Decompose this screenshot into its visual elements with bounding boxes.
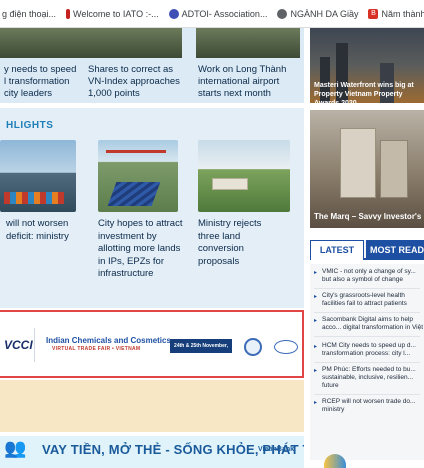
bullet-icon: ▸ [314,368,318,374]
bookmark-1-label: g điện thoại... [2,8,57,19]
article-thumb-2[interactable] [86,28,182,58]
bullet-icon: ▸ [314,270,318,276]
highlight-image-solar[interactable] [98,140,178,212]
news-title: HCM City needs to speed up d... transfor… [322,342,416,357]
vietinbank-banner[interactable]: 👥 VAY TIỀN, MỞ THẺ - SỐNG KHỎE, PHÁT TÀI… [0,436,304,468]
article-title-2[interactable]: Shares to correct as VN-Index approaches… [88,64,184,100]
highlight-title-1[interactable]: will not worsen deficit: ministry [6,218,76,243]
sidebar: Masteri Waterfront wins big at Property … [310,28,424,468]
bullet-icon: ▸ [314,294,318,300]
latest-news-list: ▸ VMIC - not only a change of sy... but … [310,264,424,460]
news-title: RCEP will not worsen trade do... ministr… [322,398,416,413]
adtoi-favicon-icon [168,8,179,19]
building-shape [380,140,408,198]
list-item[interactable]: ▸ RCEP will not worsen trade do... minis… [314,398,424,414]
shed-shape [212,178,248,190]
bookmark-4-label: NGÀNH DA Giầy [290,8,359,19]
list-item[interactable]: ▸ Sacombank Digital aims to help acco...… [314,316,424,332]
tab-latest[interactable]: LATEST [310,240,364,260]
emblem-icon [244,338,262,356]
building-shape [340,128,376,198]
tab-most-read[interactable]: MOST READ [366,240,424,260]
feature-caption-1[interactable]: Masteri Waterfront wins big at Property … [314,81,424,108]
containers-shape [4,192,64,204]
ad-subtitle: VIRTUAL TRADE FAIR • VIETNAM [52,346,141,352]
highlight-image-field[interactable] [198,140,290,212]
list-item[interactable]: ▸ PM Phúc: Efforts needed to bu... susta… [314,366,424,390]
news-title: VMIC - not only a change of sy... but al… [322,268,416,283]
feature-caption-2[interactable]: The Marq – Savvy Investor's [314,212,421,221]
bookmark-3-label: ADTOI- Association... [181,8,268,19]
trade-fair-ad[interactable]: VCCI Indian Chemicals and Cosmetics VIRT… [0,310,304,378]
crane-shape [106,150,166,164]
bullet-icon: ▸ [314,400,318,406]
news-title: PM Phúc: Efforts needed to bu... sustain… [322,366,416,389]
feature-image-marq[interactable] [310,110,424,228]
news-title: City's grassroots-level health facilitie… [322,292,407,307]
list-item[interactable]: ▸ HCM City needs to speed up d... transf… [314,342,424,358]
chemexcil-logo-icon [274,340,298,354]
news-tabs: LATEST MOST READ [310,240,424,260]
globe-favicon-icon [277,8,288,19]
article-title-3[interactable]: Work on Long Thành international airport… [198,64,298,100]
list-item[interactable]: ▸ City's grassroots-level health facilit… [314,292,424,308]
solar-panel-shape [107,182,161,206]
divider [314,336,420,337]
bullet-icon: ▸ [314,344,318,350]
bookmark-2[interactable]: Welcome to IATO :-... [66,8,159,19]
highlight-image-port[interactable] [0,140,76,212]
divider [314,394,420,395]
bookmark-5[interactable]: B Năm thành công củ... [368,8,424,19]
people-icon: 👥 [4,438,27,458]
ad-date-badge: 24th & 25th November, 2020 [170,339,232,363]
divider [314,362,420,363]
bullet-icon: ▸ [314,318,318,324]
bookmarks-bar: g điện thoại... Welcome to IATO :-... AD… [0,0,424,28]
highlight-title-3[interactable]: Ministry rejects three land conversion p… [198,218,284,268]
article-title-1[interactable]: y needs to speed l transformation city l… [4,64,84,100]
divider [314,288,420,289]
article-thumb-3[interactable] [196,28,300,58]
highlights-section: HLIGHTS will not worsen deficit: ministr… [0,108,304,308]
bookmark-1[interactable]: g điện thoại... [2,9,56,19]
top-articles-strip: y needs to speed l transformation city l… [0,28,304,103]
vcci-logo: VCCI [4,338,33,352]
highlight-title-2[interactable]: City hopes to attract investment by allo… [98,218,184,281]
divider [314,312,420,313]
highlights-heading: HLIGHTS [6,120,54,131]
news-title: Sacombank Digital aims to help acco... d… [322,316,424,331]
ad-divider [34,328,35,362]
web-page: y needs to speed l transformation city l… [0,28,424,468]
iato-favicon-icon [66,8,71,19]
news-favicon-icon: B [368,8,379,19]
ad-title: Indian Chemicals and Cosmetics [46,336,171,345]
ad-placeholder-area [0,380,304,432]
list-item[interactable]: ▸ VMIC - not only a change of sy... but … [314,268,424,284]
bookmark-5-label: Năm thành công củ... [381,8,424,19]
bookmark-3[interactable]: ADTOI- Association... [168,8,268,19]
main-content: y needs to speed l transformation city l… [0,28,304,468]
article-thumb-1[interactable] [0,28,92,58]
bookmark-2-label: Welcome to IATO :-... [73,8,159,19]
bookmark-4[interactable]: NGÀNH DA Giầy [277,8,359,19]
vietinbank-logo: VietinBank [258,446,295,453]
